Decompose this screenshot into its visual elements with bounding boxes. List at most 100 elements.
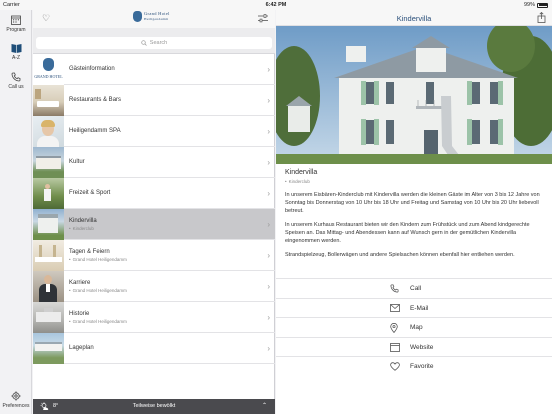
calendar-icon [11,15,21,25]
map-label: Map [410,324,423,331]
chevron-right-icon: › [267,220,270,229]
villa-illustration [276,26,552,164]
rail-label-a-z: A-Z [11,55,21,61]
rail-item-preferences[interactable]: Preferences [0,391,32,409]
filter-sliders-icon[interactable] [258,14,268,23]
list-item-spa[interactable]: Heiligendamm SPA › [33,115,275,147]
events-photo [33,239,64,271]
list-item-kindervilla[interactable]: Kindervilla • Kinderclub › [33,208,275,240]
chevron-right-icon: › [267,251,270,260]
heart-icon [390,362,400,371]
list-item-gaesteinformation[interactable]: GRAND HOTEL Gästeinformation › [33,53,275,85]
list-item-title: Historie [69,310,90,317]
logo-line-1: Grand Hotel [144,11,170,16]
website-label: Website [410,343,434,351]
detail-title: Kindervilla [285,169,318,176]
kindervilla-hero-image [276,26,552,164]
list-item-title: Freizeit & Sport [69,190,111,196]
weather-condition: Teilweise bewölkt [132,403,176,409]
chevron-up-icon[interactable]: ⌃ [262,402,267,409]
chevron-right-icon: › [267,282,270,291]
crest-icon [133,11,142,22]
list-item-freizeit[interactable]: Freizeit & Sport › [33,177,275,209]
location-dot-icon: • [285,179,287,184]
list-item-subtitle: • Grand Hotel Heiligendamm [69,319,275,324]
history-photo [33,301,64,333]
list-item-subtitle-text: Kinderclub [72,225,94,231]
favorite-label: Favorite [410,363,434,370]
email-label: E-Mail [410,304,429,312]
list-item-karriere[interactable]: Karriere • Grand Hotel Heiligendamm › [33,270,275,302]
location-dot-icon: • [69,287,71,293]
list-item-tagen-feiern[interactable]: Tagen & Feiern • Grand Hotel Heiligendamm… [33,239,275,271]
action-list: Call E-Mail Map Website Favorite [276,278,552,376]
list-panel: ♡ Grand Hotel Heiligendamm Search GRAND … [33,10,275,414]
list-item-subtitle: • Kinderclub [69,226,275,231]
search-icon [141,40,147,46]
detail-header-title: Kindervilla [396,14,432,23]
chevron-right-icon: › [267,189,270,198]
call-action[interactable]: Call [276,278,552,298]
chevron-right-icon: › [267,96,270,105]
share-icon[interactable] [537,12,546,23]
detail-paragraph-3: Strandspielzeug, Bollerwägen und andere … [285,252,515,258]
search-input[interactable]: Search [36,37,272,49]
restaurant-photo [33,84,64,116]
kindervilla-photo [33,208,64,240]
search-bar: Search [33,28,275,54]
chevron-right-icon: › [267,344,270,353]
list-item-title: Kultur [69,159,85,165]
battery-icon [537,2,548,8]
list-item-subtitle: • Grand Hotel Heiligendamm [69,288,275,293]
side-rail: Program A-Z Call us Preferences [0,10,32,414]
list-item-title: Restaurants & Bars [69,97,122,103]
location-dot-icon: • [69,318,71,324]
detail-category-text: Kinderclub [288,179,310,184]
call-label: Call [410,285,422,292]
detail-paragraph-1: In unserem Eisbären-Kinderclub mit Kinde… [285,192,540,214]
logo-thumbnail: GRAND HOTEL [33,53,64,85]
list-item-title: Karriere [69,279,91,286]
rail-item-program[interactable]: Program [0,15,32,33]
list-item-lageplan[interactable]: Lageplan › [33,332,275,364]
battery-percent: 99% [523,2,535,8]
detail-body: Kindervilla • Kinderclub In unserem Eisbä… [285,169,547,259]
leisure-photo [33,177,64,209]
list-item-title: Tagen & Feiern [69,248,110,255]
chevron-right-icon: › [267,127,270,136]
map-action[interactable]: Map [276,317,552,337]
list-item-title: Lageplan [69,345,94,351]
chevron-right-icon: › [267,158,270,167]
book-icon [11,44,21,53]
website-action[interactable]: Website [276,336,552,357]
browser-icon [390,342,400,352]
detail-paragraph-2: In unserem Kurhaus Restaurant bieten wir… [285,222,530,244]
rail-item-a-z[interactable]: A-Z [0,43,32,61]
spa-photo [33,115,64,147]
rail-label-call-us: Call us [8,84,24,90]
search-placeholder: Search [149,40,168,46]
list-item-kultur[interactable]: Kultur › [33,146,275,178]
weather-bar[interactable]: 8° Teilweise bewölkt ⌃ [33,399,275,414]
chevron-right-icon: › [267,313,270,322]
list-item-title: Gästeinformation [69,66,115,72]
list-item-historie[interactable]: Historie • Grand Hotel Heiligendamm › [33,301,275,333]
rail-label-preferences: Preferences [2,403,30,409]
site-map-photo [33,332,64,364]
detail-panel: Kindervilla Kindervilla • Kinderclub In … [276,10,552,414]
location-dot-icon: • [69,256,71,262]
detail-header: Kindervilla [276,10,552,26]
location-dot-icon: • [69,225,71,231]
career-photo [33,270,64,302]
list-item-subtitle-text: Grand Hotel Heiligendamm [72,287,127,293]
list-item-title: Heiligendamm SPA [69,128,121,134]
rail-item-call-us[interactable]: Call us [0,72,32,90]
favorites-heart-icon[interactable]: ♡ [42,13,50,24]
email-action[interactable]: E-Mail [276,297,552,318]
culture-photo [33,146,64,178]
rail-label-program: Program [6,27,26,33]
list-header: ♡ Grand Hotel Heiligendamm [33,10,275,28]
status-bar: Carrier 6:42 PM 99% [0,0,552,10]
list-item-restaurants[interactable]: Restaurants & Bars › [33,84,275,116]
favorite-action[interactable]: Favorite [276,356,552,376]
